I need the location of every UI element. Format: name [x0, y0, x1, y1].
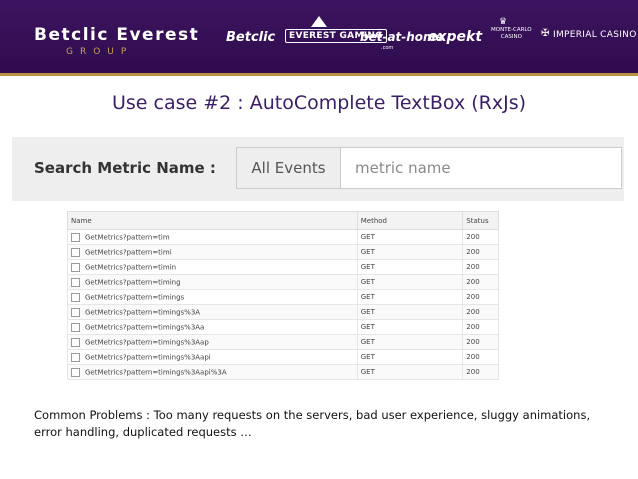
- request-name: GetMetrics?pattern=timin: [85, 263, 177, 271]
- table-row[interactable]: GetMetrics?pattern=timings%3Aa GET 200: [67, 319, 499, 335]
- mountain-icon: [311, 16, 327, 27]
- request-name-cell: GetMetrics?pattern=timings%3Aap: [67, 334, 358, 350]
- partner-logo-bet-at-home-sub: .com: [381, 45, 394, 51]
- request-name: GetMetrics?pattern=timings: [85, 293, 185, 301]
- column-header-status[interactable]: Status: [462, 211, 499, 230]
- brand-logo-subtitle: GROUP: [66, 47, 134, 57]
- table-row[interactable]: GetMetrics?pattern=tim GET 200: [67, 229, 499, 245]
- request-name-cell: GetMetrics?pattern=timings: [67, 289, 358, 305]
- request-status: 200: [462, 349, 499, 365]
- table-row[interactable]: GetMetrics?pattern=timings%3Aapi GET 200: [67, 349, 499, 365]
- slide-title: Use case #2 : AutoComplete TextBox (RxJs…: [111, 92, 527, 114]
- column-header-method[interactable]: Method: [356, 211, 464, 230]
- table-row[interactable]: GetMetrics?pattern=timings%3Aapi%3A GET …: [67, 364, 499, 380]
- request-status: 200: [462, 304, 499, 320]
- search-label: Search Metric Name :: [34, 159, 216, 177]
- request-name-cell: GetMetrics?pattern=timin: [67, 259, 358, 275]
- request-name: GetMetrics?pattern=timing: [85, 278, 181, 286]
- request-name-cell: GetMetrics?pattern=timings%3Aapi: [67, 349, 358, 365]
- request-name-cell: GetMetrics?pattern=timi: [67, 244, 358, 260]
- request-method: GET: [356, 319, 464, 335]
- request-status: 200: [462, 259, 499, 275]
- file-icon: [71, 277, 80, 287]
- file-icon: [71, 292, 80, 302]
- header-banner: Betclic Everest GROUP Betclic EVEREST GA…: [0, 0, 638, 73]
- request-name-cell: GetMetrics?pattern=timings%3Aapi%3A: [67, 364, 358, 380]
- request-name: GetMetrics?pattern=timings%3Aa: [85, 323, 205, 331]
- request-method: GET: [356, 289, 464, 305]
- request-method: GET: [356, 259, 464, 275]
- request-status: 200: [462, 289, 499, 305]
- request-method: GET: [356, 349, 464, 365]
- table-row[interactable]: GetMetrics?pattern=timings%3A GET 200: [67, 304, 499, 320]
- request-name: GetMetrics?pattern=timi: [85, 248, 172, 256]
- request-status: 200: [462, 334, 499, 350]
- table-row[interactable]: GetMetrics?pattern=timin GET 200: [67, 259, 499, 275]
- table-row[interactable]: GetMetrics?pattern=timi GET 200: [67, 244, 499, 260]
- request-method: GET: [356, 229, 464, 245]
- file-icon: [71, 307, 80, 317]
- search-addon-all-events[interactable]: All Events: [237, 148, 341, 188]
- file-icon: [71, 232, 80, 242]
- brand-logo-title: Betclic Everest: [34, 25, 200, 45]
- request-name-cell: GetMetrics?pattern=timings%3Aa: [67, 319, 358, 335]
- file-icon: [71, 322, 80, 332]
- request-name-cell: GetMetrics?pattern=tim: [67, 229, 358, 245]
- partner-logo-monte-carlo-line1: MONTE-CARLO: [491, 27, 532, 33]
- table-row[interactable]: GetMetrics?pattern=timings GET 200: [67, 289, 499, 305]
- table-row[interactable]: GetMetrics?pattern=timing GET 200: [67, 274, 499, 290]
- metric-name-input[interactable]: [341, 148, 621, 188]
- request-method: GET: [356, 244, 464, 260]
- partner-logo-imperial-casino: IMPERIAL CASINO: [553, 30, 637, 40]
- request-name-cell: GetMetrics?pattern=timing: [67, 274, 358, 290]
- table-header-row: Name Method Status: [67, 211, 499, 230]
- partner-logo-expekt: expekt: [428, 29, 483, 45]
- request-method: GET: [356, 304, 464, 320]
- request-name: GetMetrics?pattern=timings%3Aapi: [85, 353, 211, 361]
- file-icon: [71, 352, 80, 362]
- request-name: GetMetrics?pattern=timings%3A: [85, 308, 201, 316]
- common-problems-text: Common Problems : Too many requests on t…: [34, 408, 591, 439]
- request-method: GET: [356, 274, 464, 290]
- partner-logo-monte-carlo: MONTE-CARLO CASINO: [491, 27, 532, 41]
- imperial-crest-icon: ✠: [541, 28, 550, 39]
- request-method: GET: [356, 334, 464, 350]
- request-status: 200: [462, 364, 499, 380]
- partner-logo-betclic: Betclic: [226, 30, 276, 45]
- search-panel: Search Metric Name : All Events: [12, 137, 624, 201]
- table-row[interactable]: GetMetrics?pattern=timings%3Aap GET 200: [67, 334, 499, 350]
- file-icon: [71, 262, 80, 272]
- request-status: 200: [462, 229, 499, 245]
- file-icon: [71, 367, 80, 377]
- request-status: 200: [462, 274, 499, 290]
- request-status: 200: [462, 319, 499, 335]
- network-requests-table: Name Method Status GetMetrics?pattern=ti…: [67, 211, 499, 380]
- request-status: 200: [462, 244, 499, 260]
- header-divider: [0, 73, 638, 76]
- partner-logo-monte-carlo-line2: CASINO: [500, 34, 522, 40]
- column-header-name[interactable]: Name: [67, 211, 358, 230]
- crown-icon: ♛: [499, 16, 508, 26]
- request-method: GET: [356, 364, 464, 380]
- request-name-cell: GetMetrics?pattern=timings%3A: [67, 304, 358, 320]
- file-icon: [71, 247, 80, 257]
- request-name: GetMetrics?pattern=tim: [85, 233, 170, 241]
- request-name: GetMetrics?pattern=timings%3Aapi%3A: [85, 368, 227, 376]
- request-name: GetMetrics?pattern=timings%3Aap: [85, 338, 209, 346]
- file-icon: [71, 337, 80, 347]
- search-input-group: All Events: [236, 147, 622, 189]
